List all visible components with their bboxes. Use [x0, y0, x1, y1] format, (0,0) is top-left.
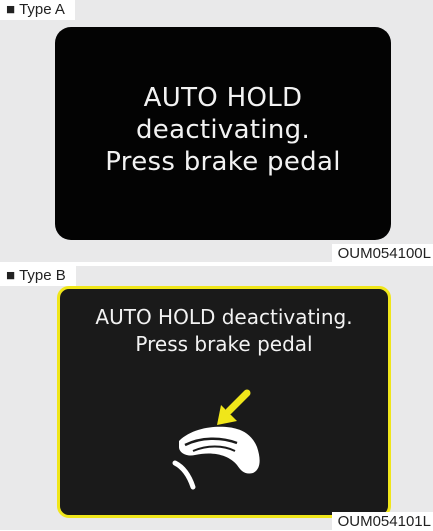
type-a-message: AUTO HOLD deactivating. Press brake peda… [55, 82, 391, 178]
type-a-panel: ■ Type A AUTO HOLD deactivating. Press br… [0, 0, 433, 263]
type-a-label: ■ Type A [0, 0, 75, 20]
type-a-message-line-1: AUTO HOLD [143, 83, 303, 113]
type-b-panel: ■ Type B AUTO HOLD deactivating. Press br… [0, 266, 433, 531]
type-b-message-line-1: AUTO HOLD deactivating. [95, 305, 353, 329]
shoe-icon [179, 426, 260, 474]
type-b-message-line-2: Press brake pedal [135, 332, 313, 356]
type-a-message-line-3: Press brake pedal [105, 147, 341, 177]
type-b-image-code: OUM054101L [331, 512, 433, 531]
type-b-label-text: Type B [19, 267, 66, 284]
type-b-message: AUTO HOLD deactivating. Press brake peda… [60, 304, 388, 358]
foot-on-brake-pedal-icon [172, 389, 260, 490]
type-b-label: ■ Type B [0, 266, 76, 286]
type-a-label-text: Type A [19, 1, 65, 18]
type-a-display-screen: AUTO HOLD deactivating. Press brake peda… [55, 27, 391, 240]
type-a-message-line-2: deactivating. [135, 115, 311, 145]
pedal-curve-icon [172, 460, 196, 490]
type-a-bullet: ■ [6, 1, 16, 18]
yellow-arrow-icon [217, 389, 251, 425]
type-b-display-screen: AUTO HOLD deactivating. Press brake peda… [57, 286, 391, 518]
type-b-bullet: ■ [6, 267, 16, 284]
type-a-image-code: OUM054100L [331, 244, 433, 263]
